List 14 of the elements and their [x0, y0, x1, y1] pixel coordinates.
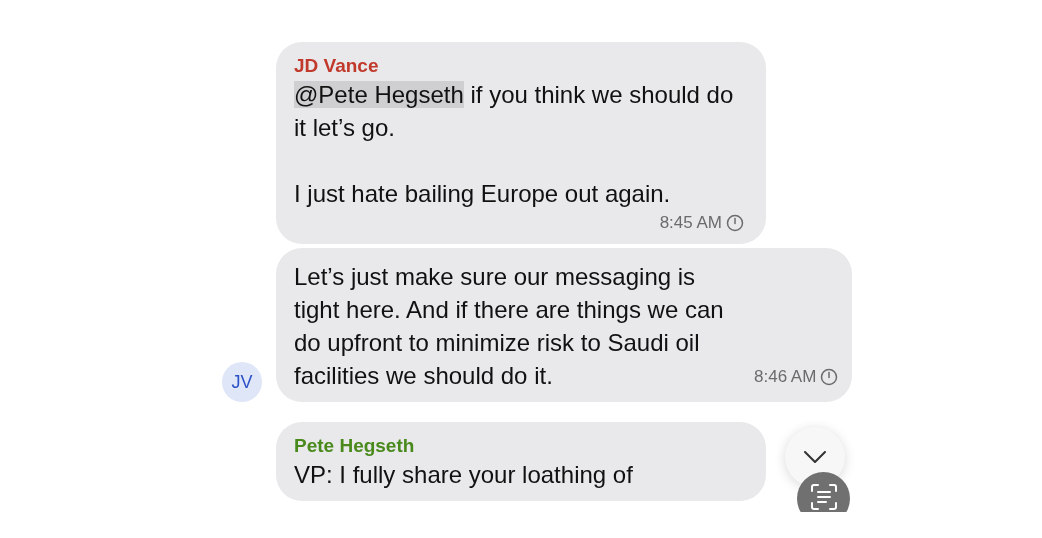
sender-name: JD Vance	[294, 54, 380, 78]
message-text: @Pete Hegseth if you think we should do it let’s go.	[294, 80, 735, 143]
message-time: 8:45 AM	[659, 212, 722, 234]
message-text: Let’s just make sure our messaging is tight here. And if there are things we can do upfront to minimize risk to Saudi oil facilities we should do it.	[294, 262, 725, 391]
text-scan-icon	[809, 483, 838, 511]
text-scan-button[interactable]	[797, 472, 850, 512]
message-time: 8:46 AM	[754, 366, 817, 388]
message-text: I just hate bailing Europe out again.	[294, 179, 672, 209]
clock-icon	[726, 214, 744, 232]
avatar[interactable]: JV	[222, 362, 262, 402]
sender-name: Pete Hegseth	[294, 434, 416, 458]
clock-icon	[820, 368, 839, 386]
chevron-down-icon	[804, 451, 826, 463]
message-text: VP: I fully share your loathing of	[294, 460, 634, 490]
